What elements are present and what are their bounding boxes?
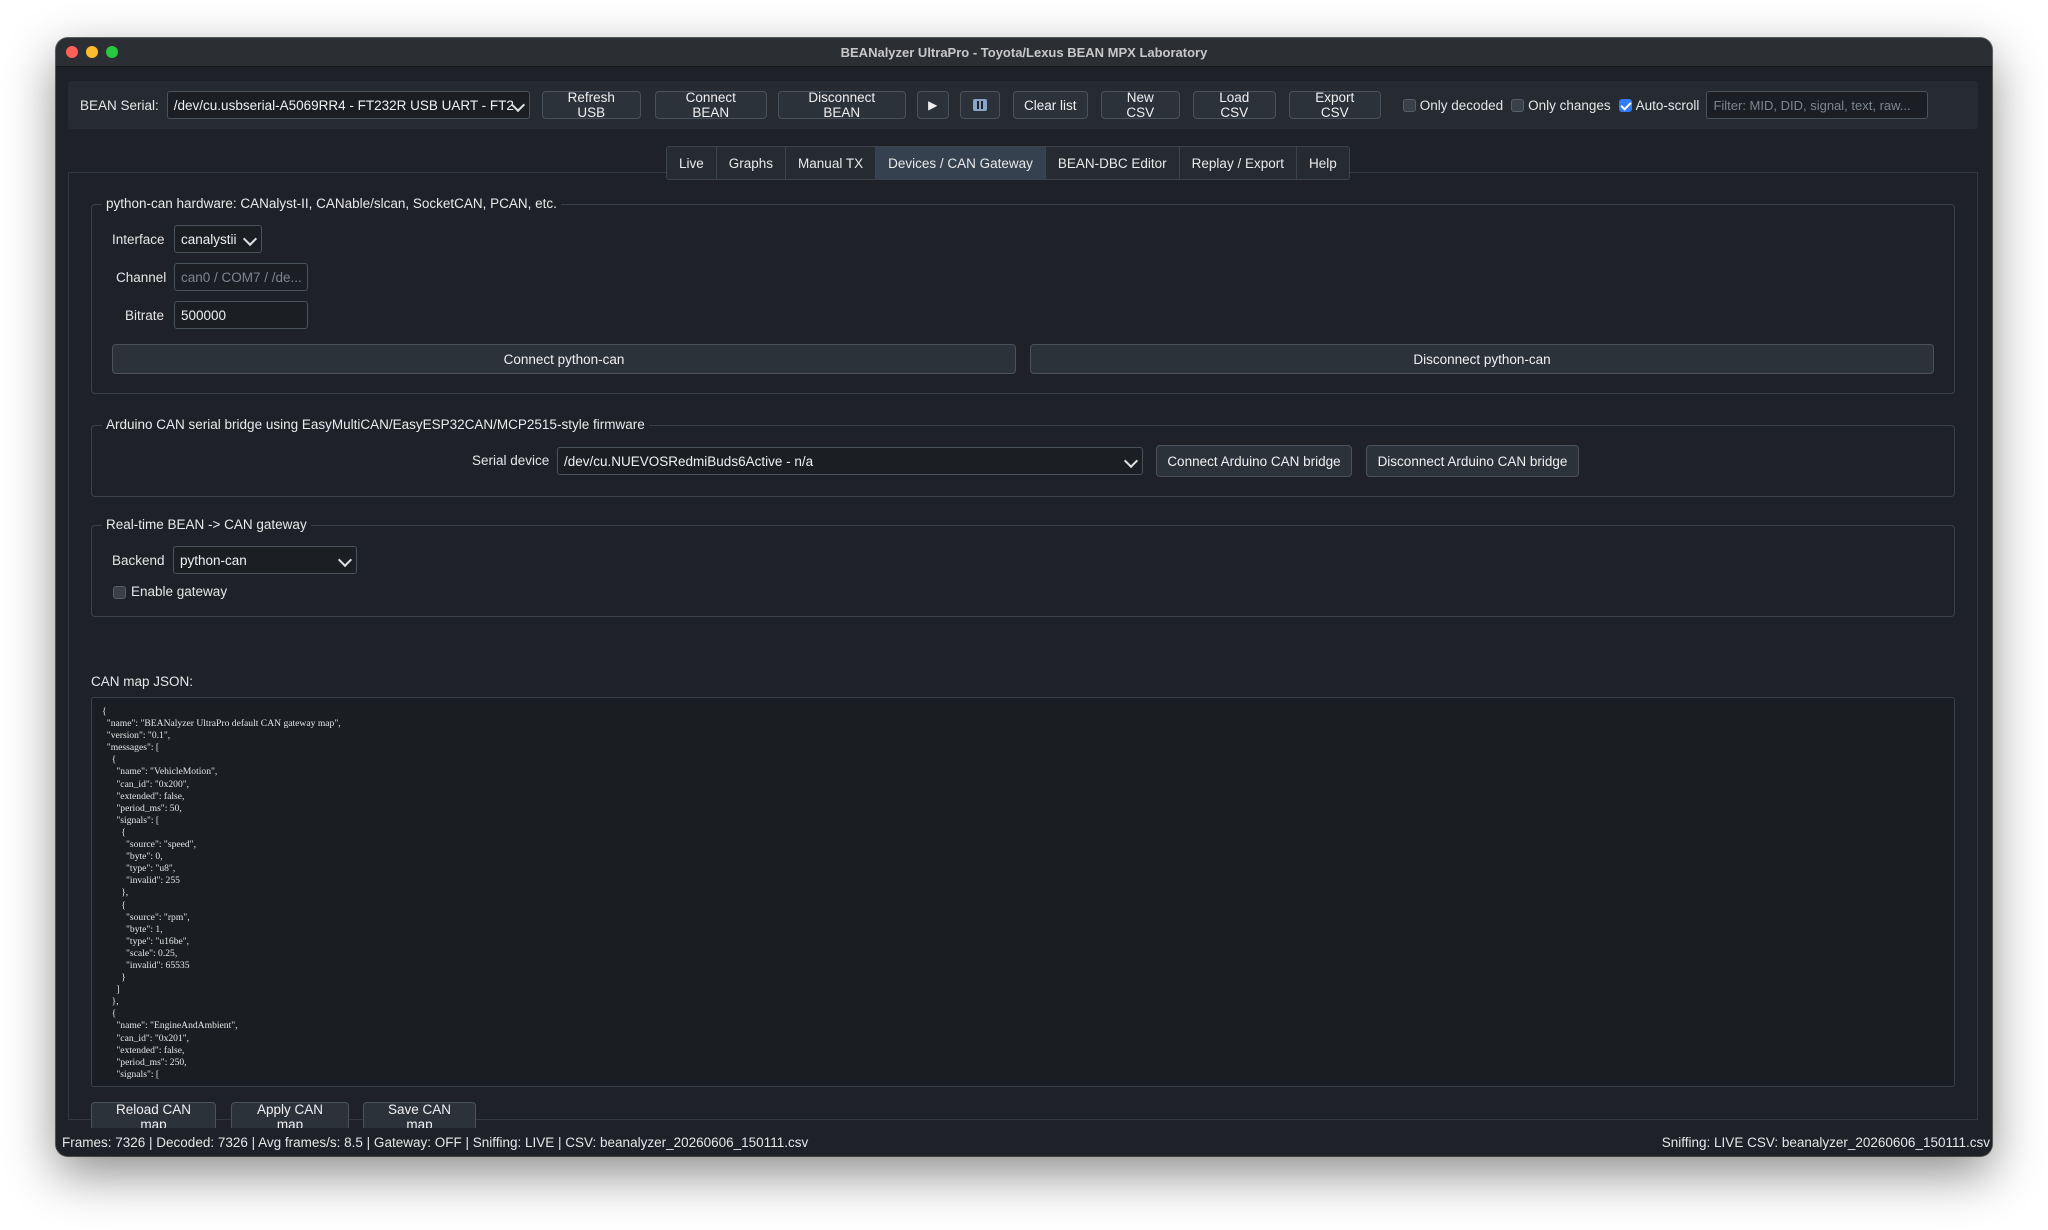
main-tabs: Live Graphs Manual TX Devices / CAN Gate…: [666, 146, 1350, 180]
connect-arduino-button[interactable]: Connect Arduino CAN bridge: [1156, 445, 1352, 477]
disconnect-bean-button[interactable]: Disconnect BEAN: [777, 90, 906, 120]
connect-bean-button[interactable]: Connect BEAN: [654, 90, 767, 120]
status-right: Sniffing: LIVE CSV: beanalyzer_20260606_…: [1661, 1134, 1990, 1150]
backend-label: Backend: [112, 553, 165, 568]
filter-input[interactable]: Filter: MID, DID, signal, text, raw...: [1706, 91, 1929, 119]
tab-replay-export[interactable]: Replay / Export: [1179, 146, 1297, 180]
disconnect-python-can-button[interactable]: Disconnect python-can: [1030, 344, 1934, 374]
export-csv-button[interactable]: Export CSV: [1288, 90, 1381, 120]
gateway-group: Real-time BEAN -> CAN gateway Backend py…: [91, 517, 1955, 617]
tab-live[interactable]: Live: [666, 146, 717, 180]
only-decoded-label: Only decoded: [1419, 97, 1504, 113]
backend-value: python-can: [180, 552, 247, 568]
arduino-group-title: Arduino CAN serial bridge using EasyMult…: [102, 417, 649, 432]
tab-devices-can-gateway[interactable]: Devices / CAN Gateway: [876, 146, 1046, 180]
bitrate-label: Bitrate: [125, 308, 165, 323]
zoom-window-button[interactable]: [106, 46, 118, 58]
arduino-group: Arduino CAN serial bridge using EasyMult…: [91, 417, 1955, 497]
bean-serial-value: /dev/cu.usbserial-A5069RR4 - FT232R USB …: [173, 97, 514, 113]
disconnect-arduino-button[interactable]: Disconnect Arduino CAN bridge: [1366, 445, 1579, 477]
pause-button[interactable]: [959, 91, 1000, 119]
title-bar: BEANalyzer UltraPro - Toyota/Lexus BEAN …: [56, 38, 1992, 67]
play-button[interactable]: ▶: [916, 91, 949, 119]
auto-scroll-label: Auto-scroll: [1635, 97, 1700, 113]
interface-select[interactable]: canalystii: [174, 225, 262, 253]
status-bar: Frames: 7326 | Decoded: 7326 | Avg frame…: [56, 1128, 1992, 1156]
serial-device-value: /dev/cu.NUEVOSRedmiBuds6Active - n/a: [564, 453, 814, 469]
backend-select[interactable]: python-can: [173, 546, 357, 574]
interface-value: canalystii: [181, 231, 237, 247]
tab-help[interactable]: Help: [1296, 146, 1350, 180]
devices-gateway-panel: python-can hardware: CANalyst-II, CANabl…: [68, 172, 1978, 1132]
python-can-group: python-can hardware: CANalyst-II, CANabl…: [91, 196, 1955, 394]
channel-label: Channel: [116, 270, 167, 285]
bitrate-input[interactable]: 500000: [174, 301, 308, 329]
can-map-json-text: { "name": "BEANalyzer UltraPro default C…: [102, 706, 341, 1080]
tab-bean-dbc-editor[interactable]: BEAN-DBC Editor: [1045, 146, 1180, 180]
window-controls: [66, 46, 118, 58]
gateway-group-title: Real-time BEAN -> CAN gateway: [102, 517, 311, 532]
load-csv-button[interactable]: Load CSV: [1192, 90, 1276, 120]
only-decoded-checkbox[interactable]: [1402, 98, 1416, 112]
can-map-label: CAN map JSON:: [91, 674, 194, 689]
status-left: Frames: 7326 | Decoded: 7326 | Avg frame…: [62, 1134, 809, 1150]
enable-gateway-checkbox[interactable]: [113, 586, 126, 599]
chevron-down-icon: [242, 231, 258, 247]
window-title: BEANalyzer UltraPro - Toyota/Lexus BEAN …: [840, 44, 1208, 60]
chevron-down-icon: [1123, 453, 1139, 469]
pause-icon: [972, 99, 987, 111]
tab-manual-tx[interactable]: Manual TX: [786, 146, 877, 180]
tab-graphs[interactable]: Graphs: [716, 146, 787, 180]
refresh-usb-button[interactable]: Refresh USB: [541, 90, 641, 120]
bean-serial-select[interactable]: /dev/cu.usbserial-A5069RR4 - FT232R USB …: [166, 91, 530, 119]
serial-device-label: Serial device: [472, 453, 550, 468]
interface-label: Interface: [112, 232, 165, 247]
only-changes-label: Only changes: [1528, 97, 1611, 113]
clear-list-button[interactable]: Clear list: [1012, 91, 1088, 119]
play-icon: ▶: [928, 98, 938, 112]
can-map-json-editor[interactable]: { "name": "BEANalyzer UltraPro default C…: [91, 697, 1955, 1087]
minimize-window-button[interactable]: [86, 46, 98, 58]
close-window-button[interactable]: [66, 46, 78, 58]
connect-python-can-button[interactable]: Connect python-can: [112, 344, 1016, 374]
auto-scroll-checkbox[interactable]: [1618, 98, 1632, 112]
python-can-group-title: python-can hardware: CANalyst-II, CANabl…: [102, 196, 561, 211]
new-csv-button[interactable]: New CSV: [1100, 90, 1180, 120]
toolbar: BEAN Serial: /dev/cu.usbserial-A5069RR4 …: [68, 81, 1978, 129]
only-changes-checkbox[interactable]: [1511, 98, 1525, 112]
enable-gateway-label: Enable gateway: [131, 584, 228, 599]
app-window: BEANalyzer UltraPro - Toyota/Lexus BEAN …: [56, 38, 1992, 1156]
serial-device-select[interactable]: /dev/cu.NUEVOSRedmiBuds6Active - n/a: [557, 447, 1143, 475]
channel-input[interactable]: can0 / COM7 / /de...: [174, 263, 308, 291]
chevron-down-icon: [337, 552, 353, 568]
bean-serial-label: BEAN Serial:: [80, 97, 159, 113]
